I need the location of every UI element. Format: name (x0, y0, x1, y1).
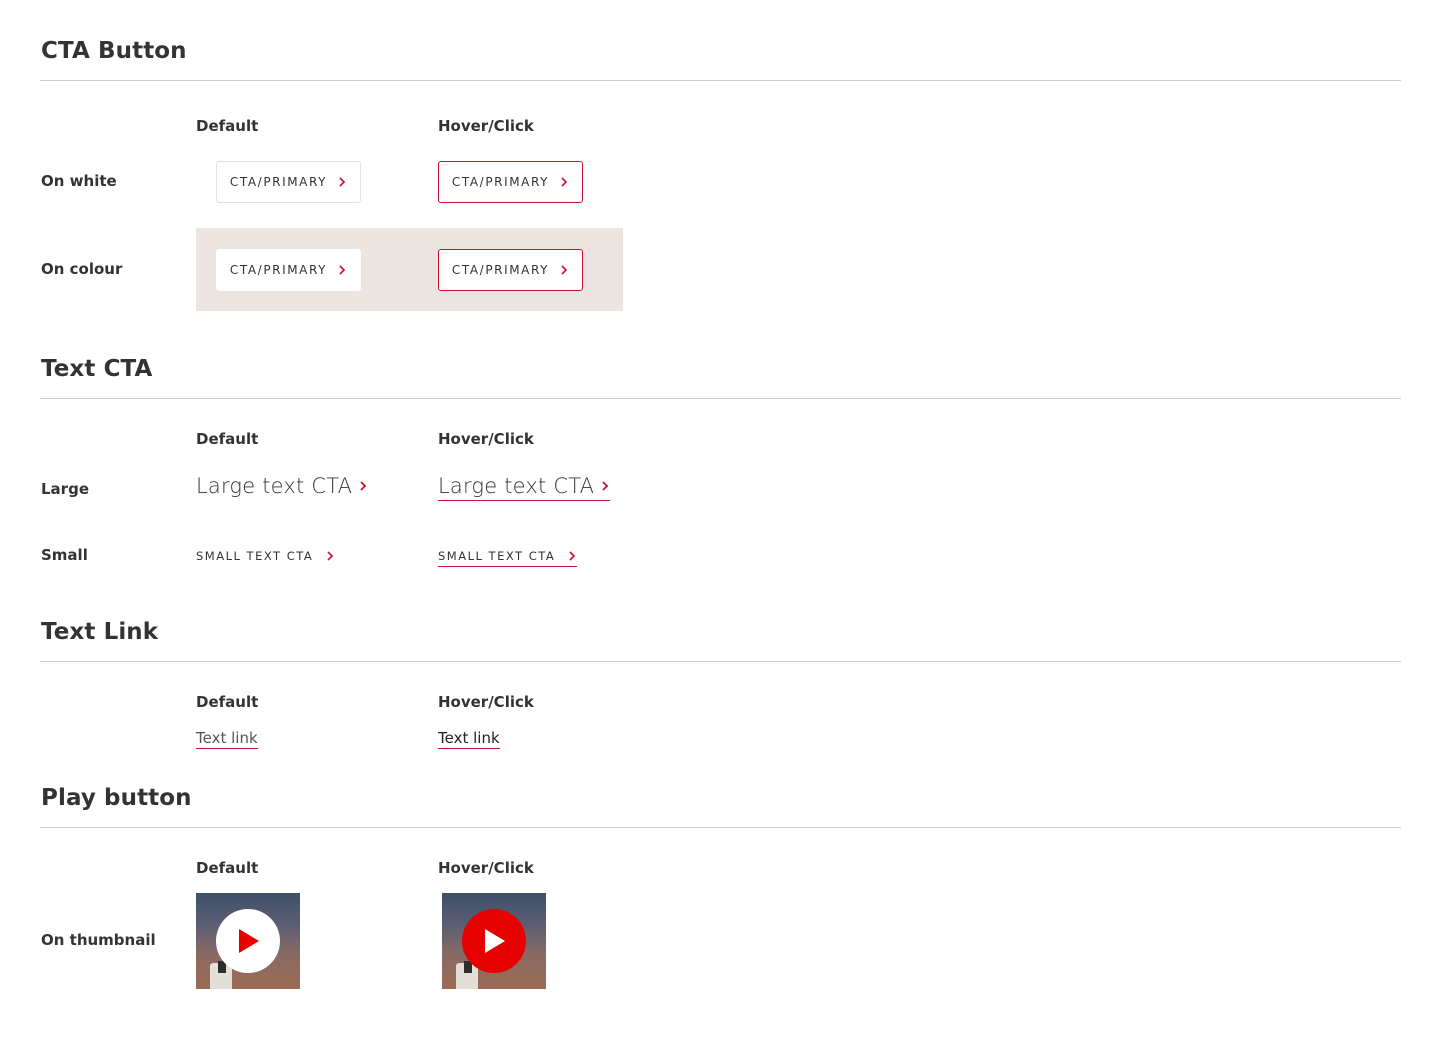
small-text-cta-label: SMALL TEXT CTA (196, 549, 314, 563)
small-text-cta-default[interactable]: SMALL TEXT CTA (196, 549, 335, 566)
cta-primary-button-default[interactable]: CTA/PRIMARY (216, 161, 361, 203)
video-thumbnail-hover[interactable] (442, 893, 546, 989)
play-icon (239, 929, 259, 953)
chevron-right-icon (339, 265, 346, 275)
cta-primary-button-hover[interactable]: CTA/PRIMARY (438, 161, 583, 203)
large-text-cta-default[interactable]: Large text CTA (196, 474, 368, 500)
video-thumbnail-default[interactable] (196, 893, 300, 989)
play-button-default[interactable] (216, 909, 280, 973)
section-divider (40, 827, 1401, 828)
play-button-hover[interactable] (462, 909, 526, 973)
section-title-play-button: Play button (41, 785, 192, 811)
text-link-hover[interactable]: Text link (438, 729, 500, 749)
column-header-hover: Hover/Click (438, 693, 534, 711)
large-text-cta-label: Large text CTA (196, 474, 353, 498)
chevron-right-icon (602, 481, 609, 491)
small-text-cta-label: SMALL TEXT CTA (438, 549, 556, 563)
large-text-cta-hover[interactable]: Large text CTA (438, 474, 611, 501)
cta-button-label: CTA/PRIMARY (229, 175, 328, 189)
row-label-on-white: On white (41, 172, 117, 190)
chevron-right-icon (327, 551, 334, 561)
section-title-text-link: Text Link (41, 619, 159, 645)
small-text-cta-hover[interactable]: SMALL TEXT CTA (438, 549, 578, 567)
row-label-small: Small (41, 546, 88, 564)
row-label-on-colour: On colour (41, 260, 123, 278)
cta-primary-button-on-colour-hover[interactable]: CTA/PRIMARY (438, 249, 583, 291)
row-label-large: Large (41, 480, 89, 498)
column-header-default: Default (196, 859, 259, 877)
column-header-default: Default (196, 117, 259, 135)
chevron-right-icon (339, 177, 346, 187)
text-link-default[interactable]: Text link (196, 729, 258, 749)
column-header-default: Default (196, 693, 259, 711)
section-divider (40, 398, 1401, 399)
chevron-right-icon (569, 551, 576, 561)
column-header-hover: Hover/Click (438, 430, 534, 448)
large-text-cta-label: Large text CTA (438, 474, 595, 498)
cta-button-label: CTA/PRIMARY (451, 175, 550, 189)
row-label-on-thumbnail: On thumbnail (41, 931, 156, 949)
chevron-right-icon (360, 481, 367, 491)
chevron-right-icon (561, 265, 568, 275)
column-header-default: Default (196, 430, 259, 448)
section-divider (40, 80, 1401, 81)
chevron-right-icon (561, 177, 568, 187)
cta-button-label: CTA/PRIMARY (451, 263, 550, 277)
column-header-hover: Hover/Click (438, 117, 534, 135)
column-header-hover: Hover/Click (438, 859, 534, 877)
section-title-text-cta: Text CTA (41, 356, 153, 382)
cta-button-label: CTA/PRIMARY (229, 263, 328, 277)
section-divider (40, 661, 1401, 662)
section-title-cta-button: CTA Button (41, 38, 187, 64)
play-icon (485, 929, 505, 953)
cta-primary-button-on-colour-default[interactable]: CTA/PRIMARY (216, 249, 361, 291)
